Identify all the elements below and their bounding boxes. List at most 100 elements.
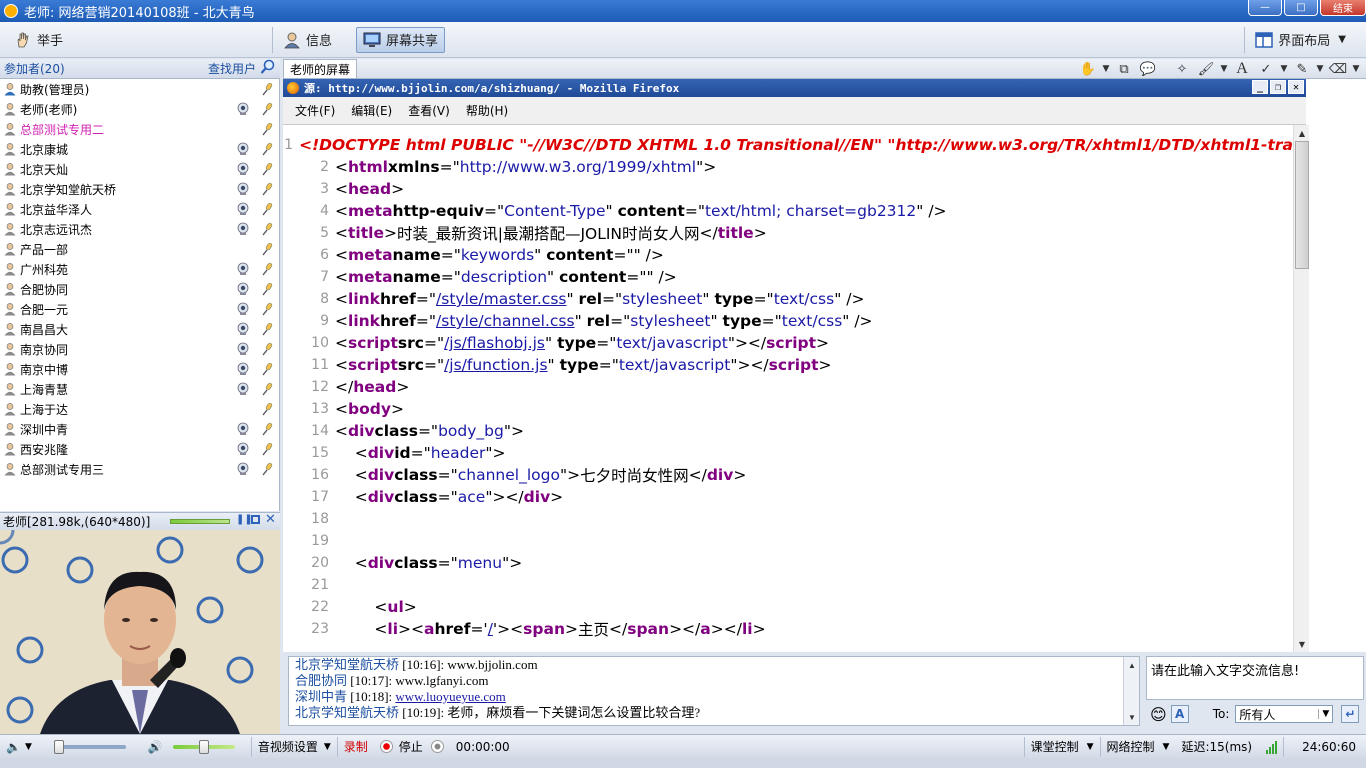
webcam-icon[interactable] (236, 422, 250, 436)
raise-hand-button[interactable]: 举手 (8, 27, 268, 53)
mic-control[interactable]: 🔊 (142, 736, 245, 758)
emoji-icon[interactable]: 😊 (1150, 705, 1167, 724)
participant-row[interactable]: 北京志远讯杰 (0, 219, 279, 239)
participant-row[interactable]: 产品一部 (0, 239, 279, 259)
chevron-down-icon[interactable]: ▼ (1278, 60, 1290, 78)
participant-row[interactable]: 合肥一元 (0, 299, 279, 319)
chevron-down-icon[interactable]: ▼ (1314, 60, 1326, 78)
end-button[interactable]: 结束 (1320, 0, 1366, 16)
menu-edit[interactable]: 编辑(E) (343, 102, 400, 119)
speaker-control[interactable]: 🔈 ▼ (0, 736, 136, 758)
fit-window-icon[interactable]: ⧉ (1112, 60, 1136, 78)
participant-row[interactable]: 广州科苑 (0, 259, 279, 279)
participant-row[interactable]: 总部测试专用二 (0, 119, 279, 139)
eraser-icon[interactable]: ⌫ (1326, 60, 1350, 78)
webcam-icon[interactable] (236, 322, 250, 336)
recipient-select[interactable]: 所有人 ▼ (1235, 705, 1334, 723)
find-user-button[interactable]: 查找用户 (208, 59, 276, 78)
maximize-video-icon[interactable] (251, 515, 260, 524)
microphone-icon[interactable] (260, 322, 274, 336)
webcam-icon[interactable] (236, 142, 250, 156)
webcam-icon[interactable] (236, 382, 250, 396)
microphone-icon[interactable] (260, 242, 274, 256)
webcam-icon[interactable] (236, 162, 250, 176)
microphone-icon[interactable] (260, 182, 274, 196)
microphone-icon[interactable] (260, 462, 274, 476)
screen-share-button[interactable]: 屏幕共享 (356, 26, 446, 53)
microphone-icon[interactable] (260, 302, 274, 316)
participant-row[interactable]: 北京天灿 (0, 159, 279, 179)
microphone-icon[interactable] (260, 162, 274, 176)
participant-row[interactable]: 老师(老师) (0, 99, 279, 119)
participant-row[interactable]: 北京学知堂航天桥 (0, 179, 279, 199)
ff-restore-button[interactable]: ❐ (1270, 80, 1286, 94)
microphone-icon[interactable] (260, 262, 274, 276)
webcam-icon[interactable] (236, 262, 250, 276)
webcam-icon[interactable] (236, 462, 250, 476)
speaker-volume-slider[interactable] (53, 739, 126, 754)
microphone-icon[interactable] (260, 442, 274, 456)
participant-row[interactable]: 深圳中青 (0, 419, 279, 439)
av-settings-button[interactable]: 音视频设置 ▼ (252, 736, 337, 758)
microphone-icon[interactable] (260, 202, 274, 216)
mic-volume-slider[interactable] (172, 739, 235, 754)
webcam-icon[interactable] (236, 342, 250, 356)
microphone-icon[interactable] (260, 222, 274, 236)
wand-icon[interactable]: ✧ (1170, 60, 1194, 78)
microphone-icon[interactable] (260, 82, 274, 96)
webcam-icon[interactable] (236, 222, 250, 236)
stop-button[interactable]: 停止 (399, 736, 450, 758)
microphone-icon[interactable] (260, 342, 274, 356)
chat-input[interactable]: 请在此输入文字交流信息! (1146, 656, 1364, 700)
scroll-up-icon[interactable]: ▲ (1294, 125, 1310, 141)
scroll-down-icon[interactable]: ▼ (1294, 636, 1310, 652)
ff-close-button[interactable]: ✕ (1288, 80, 1304, 94)
text-tool-icon[interactable]: A (1230, 60, 1254, 78)
microphone-icon[interactable] (260, 102, 274, 116)
checkmark-icon[interactable]: ✓ (1254, 60, 1278, 78)
webcam-icon[interactable] (236, 102, 250, 116)
classroom-control-button[interactable]: 课堂控制 ▼ (1025, 736, 1100, 758)
chat-link[interactable]: www.luoyueyue.com (395, 689, 505, 704)
webcam-icon[interactable] (236, 182, 250, 196)
microphone-icon[interactable] (260, 422, 274, 436)
brush-icon[interactable]: 🖌 (1194, 60, 1218, 78)
participant-row[interactable]: 上海青慧 (0, 379, 279, 399)
participant-row[interactable]: 南京协同 (0, 339, 279, 359)
ff-minimize-button[interactable]: _ (1252, 80, 1268, 94)
microphone-icon[interactable] (260, 142, 274, 156)
participant-row[interactable]: 合肥协同 (0, 279, 279, 299)
chevron-down-icon[interactable]: ▼ (1218, 60, 1230, 78)
participant-row[interactable]: 上海于达 (0, 399, 279, 419)
close-video-icon[interactable]: ✕ (265, 512, 276, 527)
layout-button[interactable]: 界面布局 ▼ (1249, 27, 1352, 53)
font-style-icon[interactable]: A (1170, 705, 1189, 723)
menu-view[interactable]: 查看(V) (400, 102, 458, 119)
webcam-icon[interactable] (236, 282, 250, 296)
record-button[interactable]: 录制 (338, 736, 399, 758)
webcam-icon[interactable] (236, 302, 250, 316)
microphone-icon[interactable] (260, 282, 274, 296)
webcam-icon[interactable] (236, 362, 250, 376)
participant-row[interactable]: 南昌昌大 (0, 319, 279, 339)
scroll-down-icon[interactable]: ▼ (1124, 709, 1140, 725)
participant-row[interactable]: 北京益华泽人 (0, 199, 279, 219)
chevron-down-icon[interactable]: ▼ (1100, 60, 1112, 78)
pen-icon[interactable]: ✎ (1290, 60, 1314, 78)
code-scrollbar[interactable]: ▲ ▼ (1293, 125, 1309, 652)
microphone-icon[interactable] (260, 122, 274, 136)
menu-help[interactable]: 帮助(H) (458, 102, 516, 119)
send-icon[interactable]: ↵ (1341, 705, 1360, 723)
microphone-icon[interactable] (260, 382, 274, 396)
chevron-down-icon[interactable]: ▼ (1350, 60, 1362, 78)
scroll-thumb[interactable] (1295, 141, 1309, 269)
comment-icon[interactable]: 💬 (1136, 60, 1160, 78)
tab-teacher-screen[interactable]: 老师的屏幕 (283, 59, 358, 78)
participant-row[interactable]: 助教(管理员) (0, 79, 279, 99)
scroll-up-icon[interactable]: ▲ (1124, 657, 1140, 673)
info-button[interactable]: 信息 (277, 27, 338, 53)
participant-row[interactable]: 南京中博 (0, 359, 279, 379)
microphone-icon[interactable] (260, 362, 274, 376)
participant-row[interactable]: 总部测试专用三 (0, 459, 279, 479)
network-control-button[interactable]: 网络控制 ▼ (1101, 736, 1176, 758)
